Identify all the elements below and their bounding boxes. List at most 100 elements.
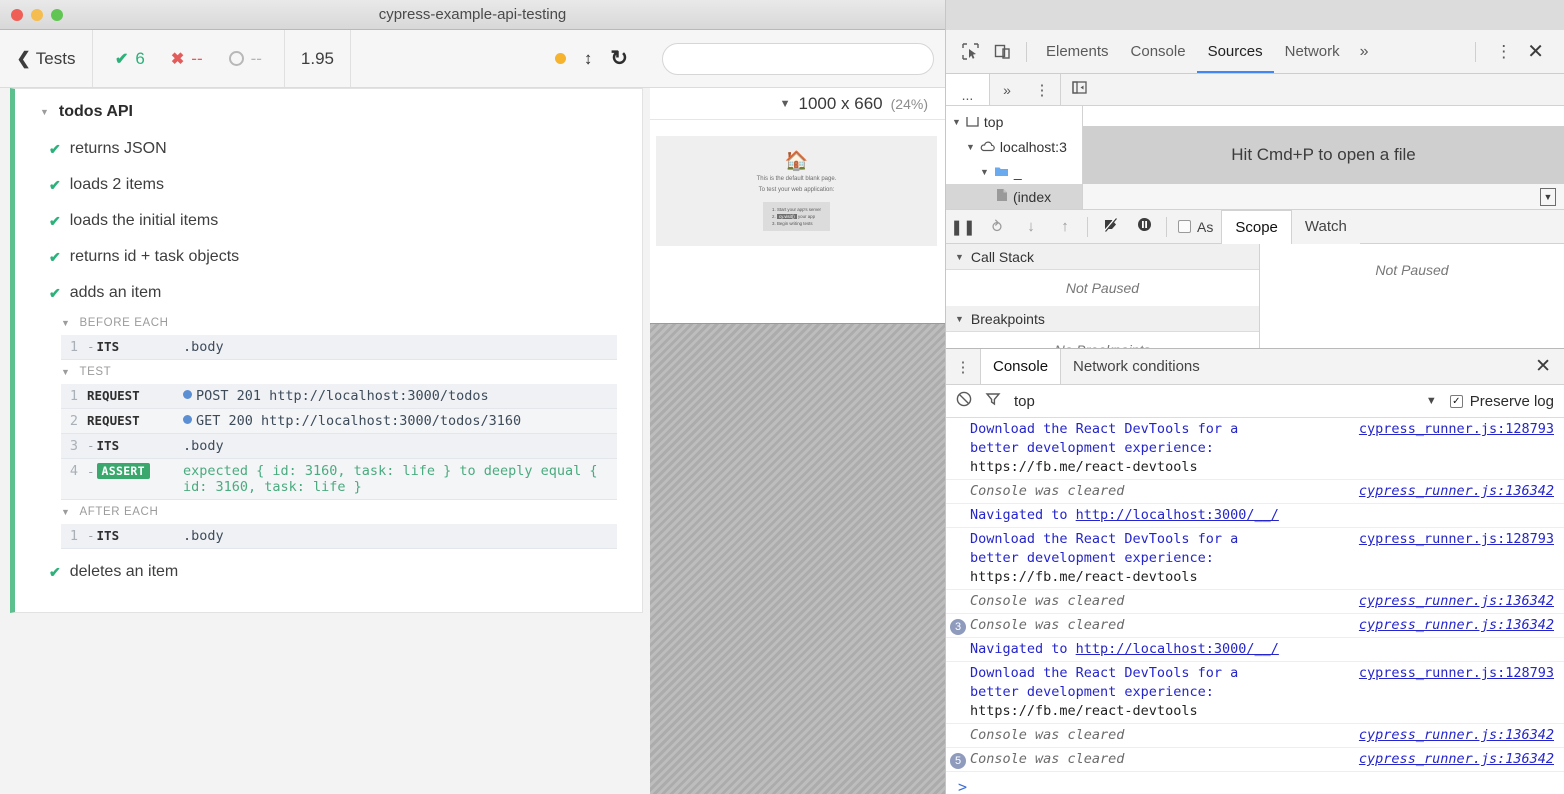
command-group-header[interactable]: ▼ AFTER EACH — [61, 500, 617, 524]
chevron-left-icon: ❮ — [17, 49, 31, 69]
chevron-down-icon: ▼ — [61, 507, 71, 517]
command-message: GET 200 http://localhost:3000/todos/3160 — [183, 413, 617, 429]
test-item-loads-initial-items[interactable]: ✔ loads the initial items — [15, 203, 642, 239]
navigator-tab[interactable]: ... — [946, 74, 990, 105]
pause-icon[interactable]: ❚❚ — [946, 218, 980, 236]
checkbox[interactable] — [1178, 220, 1191, 233]
kebab-menu-icon[interactable]: ⋮ — [1484, 42, 1523, 62]
console-text: Console was cleared — [970, 750, 1349, 769]
divider — [1087, 217, 1088, 237]
console-message[interactable]: Download the React DevTools for a better… — [946, 662, 1564, 724]
tree-item-folder[interactable]: ▼ _ — [946, 159, 1082, 184]
jump-to-source-icon[interactable]: ▼ — [1540, 188, 1556, 206]
console-source-link[interactable]: cypress_runner.js:136342 — [1349, 592, 1554, 611]
drawer-tab-network-conditions[interactable]: Network conditions — [1061, 349, 1212, 384]
command-group-header[interactable]: ▼ BEFORE EACH — [61, 311, 617, 335]
console-message[interactable]: 5 Console was cleared cypress_runner.js:… — [946, 748, 1564, 772]
test-item-returns-id-task[interactable]: ✔ returns id + task objects — [15, 239, 642, 275]
close-drawer-icon[interactable]: ✕ — [1522, 349, 1564, 384]
show-navigator-icon[interactable] — [1061, 80, 1087, 99]
editor-empty-area — [1083, 184, 1564, 209]
blank-page-line1: This is the default blank page. — [757, 176, 837, 182]
tab-sources[interactable]: Sources — [1197, 30, 1274, 73]
tab-scope[interactable]: Scope — [1221, 210, 1292, 244]
step-out-icon[interactable]: ↑ — [1048, 218, 1082, 235]
test-item-loads-2-items[interactable]: ✔ loads 2 items — [15, 167, 642, 203]
console-source-link[interactable]: cypress_runner.js:128793 — [1349, 420, 1554, 439]
drawer-tab-console[interactable]: Console — [980, 349, 1061, 384]
app-iframe[interactable]: 🏠 This is the default blank page. To tes… — [656, 136, 937, 246]
console-source-link[interactable]: cypress_runner.js:128793 — [1349, 664, 1554, 683]
command-row[interactable]: 2 REQUEST GET 200 http://localhost:3000/… — [61, 409, 617, 434]
chevrons-right-icon[interactable]: » — [990, 82, 1024, 98]
tab-console[interactable]: Console — [1120, 30, 1197, 73]
test-item-deletes-an-item[interactable]: ✔ deletes an item — [15, 549, 642, 590]
tree-item-index[interactable]: (index — [946, 184, 1082, 209]
section-breakpoints[interactable]: ▼ Breakpoints — [946, 306, 1259, 332]
devtools-toolbar: Elements Console Sources Network » ⋮ ✕ — [946, 30, 1564, 74]
reload-icon[interactable]: ↻ — [610, 46, 628, 71]
console-text: Console was cleared — [970, 616, 1349, 635]
console-source-link[interactable]: cypress_runner.js:128793 — [1349, 530, 1554, 549]
chevron-down-icon[interactable]: ▼ — [780, 98, 791, 110]
console-source-link[interactable]: cypress_runner.js:136342 — [1349, 750, 1554, 769]
pause-on-exceptions-icon[interactable] — [1127, 216, 1161, 237]
console-nav-link[interactable]: http://localhost:3000/__/ — [1076, 507, 1279, 523]
deactivate-breakpoints-icon[interactable] — [1093, 216, 1127, 237]
console-message[interactable]: Console was cleared cypress_runner.js:13… — [946, 480, 1564, 504]
console-source-link[interactable]: cypress_runner.js:136342 — [1349, 482, 1554, 501]
step-into-icon[interactable]: ↓ — [1014, 218, 1048, 235]
console-context-selector[interactable]: top — [1014, 393, 1035, 410]
section-call-stack[interactable]: ▼ Call Stack — [946, 244, 1259, 270]
tree-item-top[interactable]: ▼ top — [946, 109, 1082, 134]
command-row[interactable]: 1 -ITS .body — [61, 335, 617, 360]
suite-header[interactable]: ▼ todos API — [15, 89, 642, 131]
console-message[interactable]: Download the React DevTools for a better… — [946, 418, 1564, 480]
test-item-adds-an-item[interactable]: ✔ adds an item — [15, 275, 642, 311]
divider — [1026, 42, 1027, 62]
preserve-log-toggle[interactable]: ✓ Preserve log — [1450, 393, 1554, 410]
step-over-icon[interactable]: ⥁ — [980, 218, 1014, 236]
step-number: 2. — [772, 214, 776, 219]
filter-funnel-icon[interactable] — [985, 391, 1001, 412]
tree-item-localhost[interactable]: ▼ localhost:3 — [946, 134, 1082, 159]
sources-editor: Hit Cmd+P to open a file ▼ — [1083, 106, 1564, 209]
search-input[interactable] — [662, 43, 934, 75]
async-stacks-toggle[interactable]: As — [1178, 219, 1213, 235]
console-message[interactable]: Navigated to http://localhost:3000/__/ — [946, 638, 1564, 662]
chevron-down-icon[interactable]: ▼ — [1426, 395, 1437, 407]
device-toolbar-icon[interactable] — [986, 37, 1018, 67]
close-devtools-icon[interactable]: ✕ — [1523, 39, 1556, 64]
inspect-cursor-icon[interactable] — [954, 37, 986, 67]
tab-elements[interactable]: Elements — [1035, 30, 1120, 73]
command-group-header[interactable]: ▼ TEST — [61, 360, 617, 384]
command-row[interactable]: 1 REQUEST POST 201 http://localhost:3000… — [61, 384, 617, 409]
command-row[interactable]: 3 -ITS .body — [61, 434, 617, 459]
command-row-assert[interactable]: 4 -ASSERT expected { id: 3160, task: lif… — [61, 459, 617, 500]
tab-network[interactable]: Network — [1274, 30, 1351, 73]
console-message[interactable]: 3 Console was cleared cypress_runner.js:… — [946, 614, 1564, 638]
chevrons-right-icon[interactable]: » — [1351, 43, 1378, 61]
kebab-menu-icon[interactable]: ⋮ — [946, 349, 980, 384]
kebab-menu-icon[interactable]: ⋮ — [1024, 81, 1060, 99]
back-to-tests-button[interactable]: ❮ Tests — [0, 30, 93, 87]
console-nav-link[interactable]: http://localhost:3000/__/ — [1076, 641, 1279, 657]
clear-console-icon[interactable] — [956, 391, 972, 412]
test-item-returns-json[interactable]: ✔ returns JSON — [15, 131, 642, 167]
console-message[interactable]: Download the React DevTools for a better… — [946, 528, 1564, 590]
console-prompt[interactable]: > — [946, 772, 1564, 794]
console-source-link[interactable]: cypress_runner.js:136342 — [1349, 616, 1554, 635]
divider — [1166, 217, 1167, 237]
badge-slot — [946, 530, 970, 533]
chevron-down-icon: ▼ — [966, 142, 975, 152]
updown-arrow-icon[interactable]: ↕ — [584, 49, 593, 69]
status-dot — [555, 53, 566, 64]
command-row[interactable]: 1 -ITS .body — [61, 524, 617, 549]
console-message[interactable]: Navigated to http://localhost:3000/__/ — [946, 504, 1564, 528]
console-message[interactable]: Console was cleared cypress_runner.js:13… — [946, 590, 1564, 614]
checkbox-checked[interactable]: ✓ — [1450, 395, 1463, 408]
tab-watch[interactable]: Watch — [1292, 210, 1360, 244]
console-source-link[interactable]: cypress_runner.js:136342 — [1349, 726, 1554, 745]
badge-slot — [946, 640, 970, 643]
console-message[interactable]: Console was cleared cypress_runner.js:13… — [946, 724, 1564, 748]
